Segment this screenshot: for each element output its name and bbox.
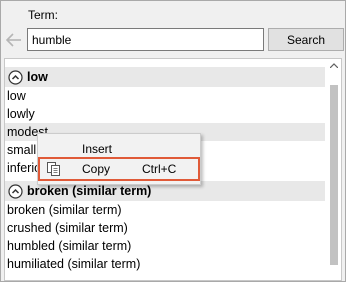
copy-icon bbox=[47, 162, 60, 176]
chevron-up-icon bbox=[330, 62, 338, 68]
back-arrow-icon bbox=[6, 33, 21, 47]
menu-item-copy[interactable]: Copy Ctrl+C bbox=[38, 157, 200, 181]
list-item[interactable]: crushed (similar term) bbox=[5, 219, 325, 237]
back-button[interactable] bbox=[4, 29, 24, 51]
context-menu: Insert Copy Ctrl+C bbox=[37, 133, 201, 185]
collapse-circle-icon[interactable] bbox=[7, 69, 23, 85]
term-label: Term: bbox=[28, 8, 58, 22]
menu-item-label: Insert bbox=[82, 142, 113, 156]
menu-item-shortcut: Ctrl+C bbox=[142, 162, 177, 176]
group-title: broken (similar term) bbox=[27, 184, 152, 198]
collapse-circle-icon[interactable] bbox=[7, 183, 23, 199]
list-item[interactable]: lowly bbox=[5, 105, 325, 123]
scroll-up-button[interactable] bbox=[327, 59, 341, 71]
vertical-scrollbar[interactable] bbox=[327, 71, 341, 280]
menu-item-label: Copy bbox=[82, 162, 111, 176]
list-item[interactable]: humiliated (similar term) bbox=[5, 255, 325, 273]
scrollbar-thumb[interactable] bbox=[330, 85, 338, 265]
list-item[interactable]: humbled (similar term) bbox=[5, 237, 325, 255]
search-input[interactable] bbox=[27, 28, 264, 51]
list-item[interactable]: broken (similar term) bbox=[5, 201, 325, 219]
search-button[interactable]: Search bbox=[268, 28, 344, 51]
group-title: low bbox=[27, 70, 48, 84]
thesaurus-panel: Term: Search low low lowly modest small bbox=[0, 0, 346, 282]
group-header-low[interactable]: low bbox=[5, 67, 325, 87]
list-item[interactable]: low bbox=[5, 87, 325, 105]
